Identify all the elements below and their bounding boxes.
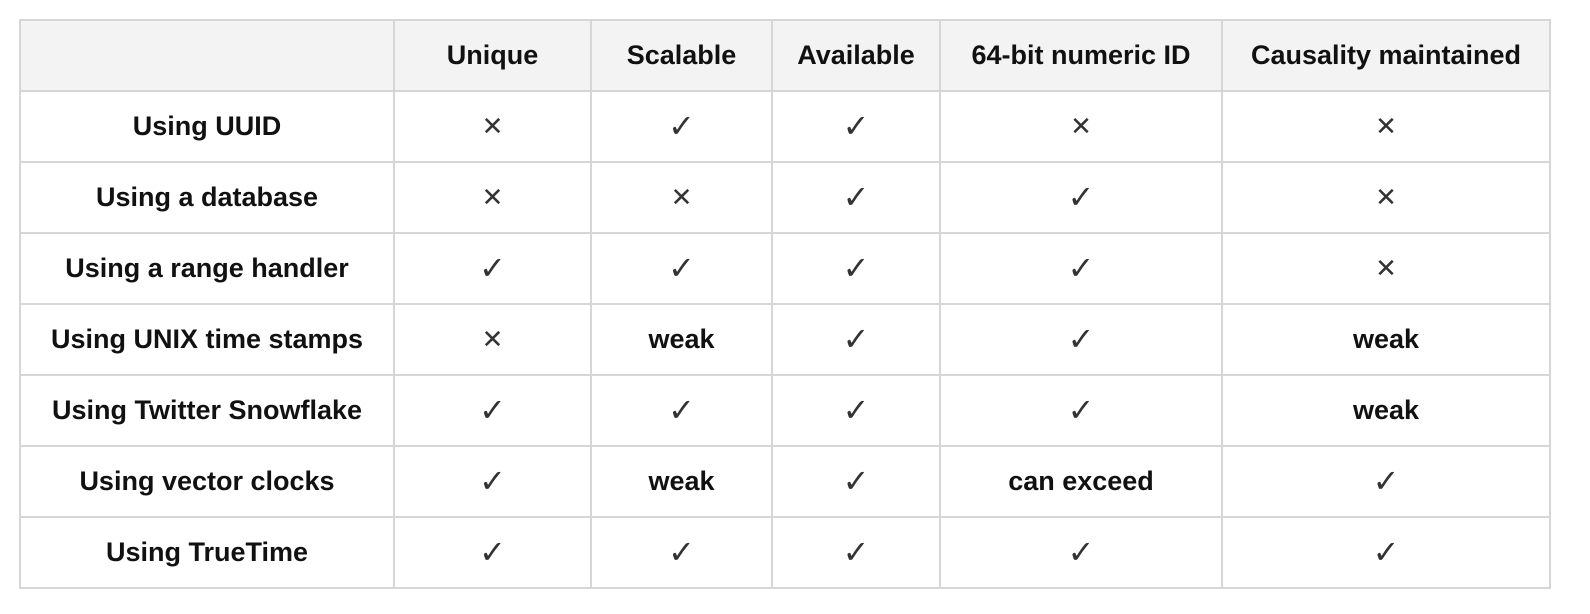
check-icon: ✓ <box>668 106 695 145</box>
cell-unique: ✓ <box>393 445 592 518</box>
check-icon: ✓ <box>668 390 695 429</box>
check-icon: ✓ <box>842 532 870 571</box>
check-icon: ✓ <box>842 319 870 358</box>
cell-text: weak <box>648 324 715 354</box>
cross-icon: ✕ <box>1375 112 1397 142</box>
check-icon: ✓ <box>479 248 506 287</box>
row-label: Using UUID <box>19 90 395 163</box>
cell-causality: ✓ <box>1221 516 1551 589</box>
cell-available: ✓ <box>771 516 941 589</box>
table-header: Unique Scalable Available 64-bit numeric… <box>19 19 1551 92</box>
cell-unique: ✕ <box>393 161 592 234</box>
cell-available: ✓ <box>771 161 941 234</box>
cell-text: weak <box>1352 395 1420 425</box>
row-label: Using vector clocks <box>19 445 395 518</box>
row-label: Using UNIX time stamps <box>19 303 395 376</box>
table-row: Using a range handler ✓ ✓ ✓ ✓ ✕ <box>19 232 1551 305</box>
check-icon: ✓ <box>668 248 695 287</box>
cell-64bit-id: can exceed <box>939 445 1223 518</box>
cell-scalable: weak <box>590 303 773 376</box>
check-icon: ✓ <box>1067 532 1095 571</box>
header-cell-causality: Causality maintained <box>1221 19 1551 92</box>
header-row: Unique Scalable Available 64-bit numeric… <box>19 19 1551 92</box>
cell-causality: ✕ <box>1221 161 1551 234</box>
cell-causality: ✕ <box>1221 232 1551 305</box>
cell-scalable: weak <box>590 445 773 518</box>
cross-icon: ✕ <box>481 325 504 355</box>
table-row: Using UUID ✕ ✓ ✓ ✕ ✕ <box>19 90 1551 163</box>
table-row: Using TrueTime ✓ ✓ ✓ ✓ ✓ <box>19 516 1551 589</box>
cell-64bit-id: ✓ <box>939 374 1223 447</box>
header-cell-scalable: Scalable <box>590 19 773 92</box>
cell-causality: ✓ <box>1221 445 1551 518</box>
cell-scalable: ✓ <box>590 516 773 589</box>
cell-text: weak <box>648 466 715 496</box>
check-icon: ✓ <box>1067 177 1095 216</box>
check-icon: ✓ <box>842 177 870 216</box>
check-icon: ✓ <box>842 461 870 500</box>
cell-unique: ✓ <box>393 516 592 589</box>
cell-available: ✓ <box>771 90 941 163</box>
cell-text: weak <box>1352 324 1420 354</box>
check-icon: ✓ <box>479 461 506 500</box>
row-label: Using TrueTime <box>19 516 395 589</box>
comparison-table: Unique Scalable Available 64-bit numeric… <box>19 19 1551 589</box>
cross-icon: ✕ <box>481 183 504 213</box>
cell-available: ✓ <box>771 445 941 518</box>
cell-64bit-id: ✕ <box>939 90 1223 163</box>
cell-unique: ✓ <box>393 374 592 447</box>
table-row: Using vector clocks ✓ weak ✓ can exceed ✓ <box>19 445 1551 518</box>
cell-64bit-id: ✓ <box>939 232 1223 305</box>
check-icon: ✓ <box>479 390 506 429</box>
cell-scalable: ✓ <box>590 232 773 305</box>
table-row: Using Twitter Snowflake ✓ ✓ ✓ ✓ weak <box>19 374 1551 447</box>
check-icon: ✓ <box>1067 248 1095 287</box>
header-cell-unique: Unique <box>393 19 592 92</box>
check-icon: ✓ <box>1372 461 1400 500</box>
check-icon: ✓ <box>479 532 506 571</box>
check-icon: ✓ <box>842 390 870 429</box>
cell-64bit-id: ✓ <box>939 516 1223 589</box>
cell-scalable: ✓ <box>590 90 773 163</box>
header-cell-available: Available <box>771 19 941 92</box>
check-icon: ✓ <box>1067 390 1095 429</box>
table-body: Using UUID ✕ ✓ ✓ ✕ ✕ Using a database ✕ ✕ ✓ ✓ ✕ Usin… <box>19 90 1551 589</box>
table-row: Using a database ✕ ✕ ✓ ✓ ✕ <box>19 161 1551 234</box>
row-label: Using a range handler <box>19 232 395 305</box>
cell-64bit-id: ✓ <box>939 161 1223 234</box>
cell-available: ✓ <box>771 303 941 376</box>
cell-causality: weak <box>1221 303 1551 376</box>
cross-icon: ✕ <box>1070 112 1092 142</box>
check-icon: ✓ <box>1372 532 1400 571</box>
cell-available: ✓ <box>771 374 941 447</box>
header-cell-64bit-id: 64-bit numeric ID <box>939 19 1223 92</box>
cross-icon: ✕ <box>1375 183 1397 213</box>
cell-scalable: ✓ <box>590 374 773 447</box>
cell-causality: ✕ <box>1221 90 1551 163</box>
header-cell-empty <box>19 19 395 92</box>
cell-unique: ✕ <box>393 90 592 163</box>
cell-available: ✓ <box>771 232 941 305</box>
cross-icon: ✕ <box>670 183 693 213</box>
cross-icon: ✕ <box>1375 254 1397 284</box>
row-label: Using a database <box>19 161 395 234</box>
check-icon: ✓ <box>668 532 695 571</box>
check-icon: ✓ <box>1067 319 1095 358</box>
check-icon: ✓ <box>842 106 870 145</box>
cell-unique: ✕ <box>393 303 592 376</box>
comparison-table-container: Unique Scalable Available 64-bit numeric… <box>19 19 1551 589</box>
cross-icon: ✕ <box>481 112 504 142</box>
cell-text: can exceed <box>1008 466 1154 496</box>
cell-unique: ✓ <box>393 232 592 305</box>
cell-causality: weak <box>1221 374 1551 447</box>
cell-scalable: ✕ <box>590 161 773 234</box>
cell-64bit-id: ✓ <box>939 303 1223 376</box>
check-icon: ✓ <box>842 248 870 287</box>
table-row: Using UNIX time stamps ✕ weak ✓ ✓ weak <box>19 303 1551 376</box>
row-label: Using Twitter Snowflake <box>19 374 395 447</box>
